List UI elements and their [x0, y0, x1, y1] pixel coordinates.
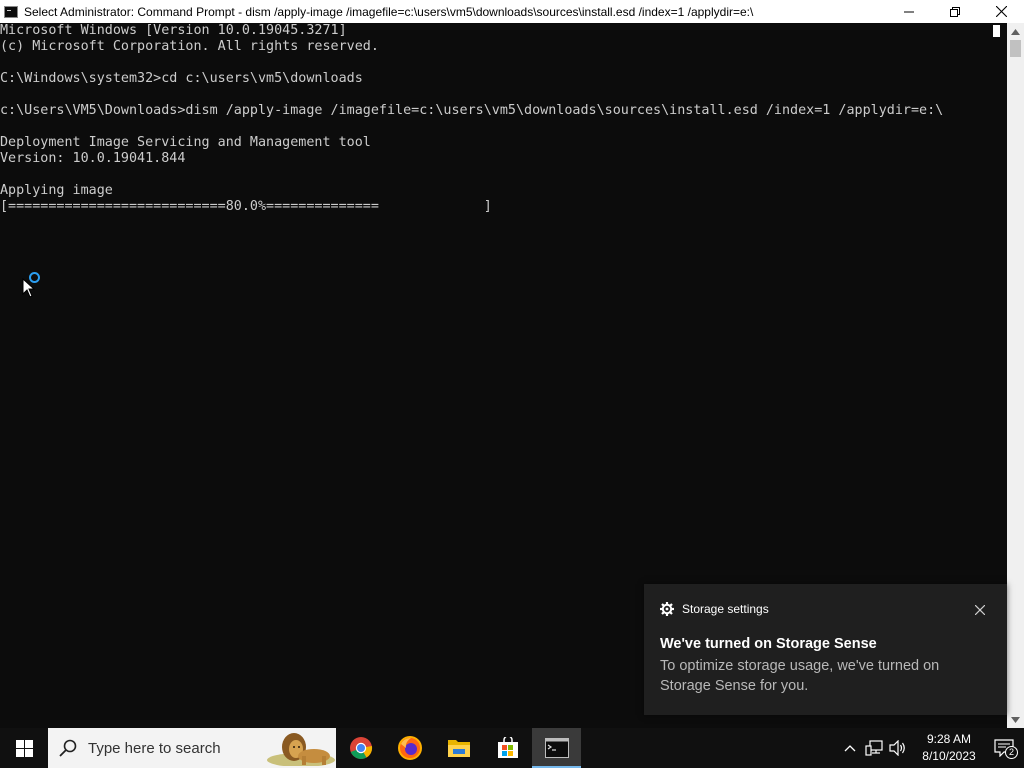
window-title: Select Administrator: Command Prompt - d… [24, 4, 754, 19]
taskbar-file-explorer[interactable] [434, 728, 483, 768]
progress-line: [===========================80.0%=======… [0, 199, 492, 214]
console-line: C:\Windows\system32>cd c:\users\vm5\down… [0, 71, 363, 86]
restore-icon [950, 6, 960, 17]
console-line: Microsoft Windows [Version 10.0.19045.32… [0, 23, 347, 38]
taskbar-clock[interactable]: 9:28 AM 8/10/2023 [914, 731, 984, 765]
notification-body: To optimize storage usage, we've turned … [660, 658, 940, 694]
show-hidden-icons-button[interactable] [838, 728, 862, 768]
clock-time: 9:28 AM [926, 732, 972, 746]
taskbar-microsoft-store[interactable] [483, 728, 532, 768]
notification-count-badge: 2 [1005, 746, 1018, 759]
taskbar: Type here to search 9:28 AM 8/10/2023 2 [0, 728, 1024, 768]
scroll-up-button[interactable] [1007, 23, 1024, 40]
text-cursor [993, 25, 1000, 37]
chevron-up-icon [844, 745, 856, 752]
notification-app-name: Storage settings [682, 602, 769, 616]
console-line: (c) Microsoft Corporation. All rights re… [0, 39, 379, 54]
file-explorer-icon [447, 740, 470, 757]
taskbar-command-prompt[interactable] [532, 728, 581, 768]
clock-date: 8/10/2023 [922, 749, 976, 763]
minimize-icon [904, 11, 914, 12]
notification-header: Storage settings [660, 602, 769, 616]
microsoft-store-icon [497, 737, 518, 758]
speaker-icon [889, 740, 905, 756]
network-button[interactable] [862, 728, 886, 768]
close-icon [975, 605, 985, 615]
minimize-button[interactable] [886, 0, 932, 23]
start-button[interactable] [0, 728, 48, 768]
command-prompt-icon [544, 738, 569, 758]
network-icon [865, 740, 883, 756]
scrollbar-thumb[interactable] [1010, 40, 1021, 57]
busy-spinner-icon [29, 272, 40, 283]
close-button[interactable] [978, 0, 1024, 23]
system-tray: 9:28 AM 8/10/2023 2 [838, 728, 1024, 768]
console-line: Version: 10.0.19041.844 [0, 151, 186, 166]
scroll-down-button[interactable] [1007, 711, 1024, 728]
gear-icon [660, 602, 674, 616]
command-prompt-icon [4, 5, 18, 18]
lion-illustration-icon [267, 733, 335, 766]
console-line: c:\Users\VM5\Downloads>dism /apply-image… [0, 103, 944, 118]
close-icon [995, 6, 1007, 17]
console-line: Applying image [0, 183, 113, 198]
volume-button[interactable] [886, 728, 910, 768]
notification-close-button[interactable] [972, 602, 988, 618]
notification-title: We've turned on Storage Sense [660, 636, 877, 652]
console-line: Deployment Image Servicing and Managemen… [0, 135, 371, 150]
taskbar-chrome[interactable] [336, 728, 385, 768]
chrome-icon [349, 737, 372, 759]
vertical-scrollbar[interactable] [1007, 23, 1024, 728]
search-icon [59, 739, 77, 757]
console-text: Microsoft Windows [Version 10.0.19045.32… [0, 23, 1007, 215]
windows-logo-icon [15, 739, 33, 757]
search-icon-container [48, 728, 88, 768]
taskbar-search-box[interactable]: Type here to search [48, 728, 336, 768]
firefox-icon [397, 736, 422, 760]
storage-sense-notification[interactable]: Storage settings We've turned on Storage… [644, 584, 1007, 715]
chevron-down-icon [1011, 716, 1020, 723]
chevron-up-icon [1011, 28, 1020, 35]
action-center-button[interactable]: 2 [984, 728, 1024, 768]
restore-button[interactable] [932, 0, 978, 23]
desktop: Select Administrator: Command Prompt - d… [0, 0, 1024, 768]
title-bar[interactable]: Select Administrator: Command Prompt - d… [0, 0, 1024, 23]
taskbar-firefox[interactable] [385, 728, 434, 768]
search-placeholder: Type here to search [88, 739, 221, 757]
